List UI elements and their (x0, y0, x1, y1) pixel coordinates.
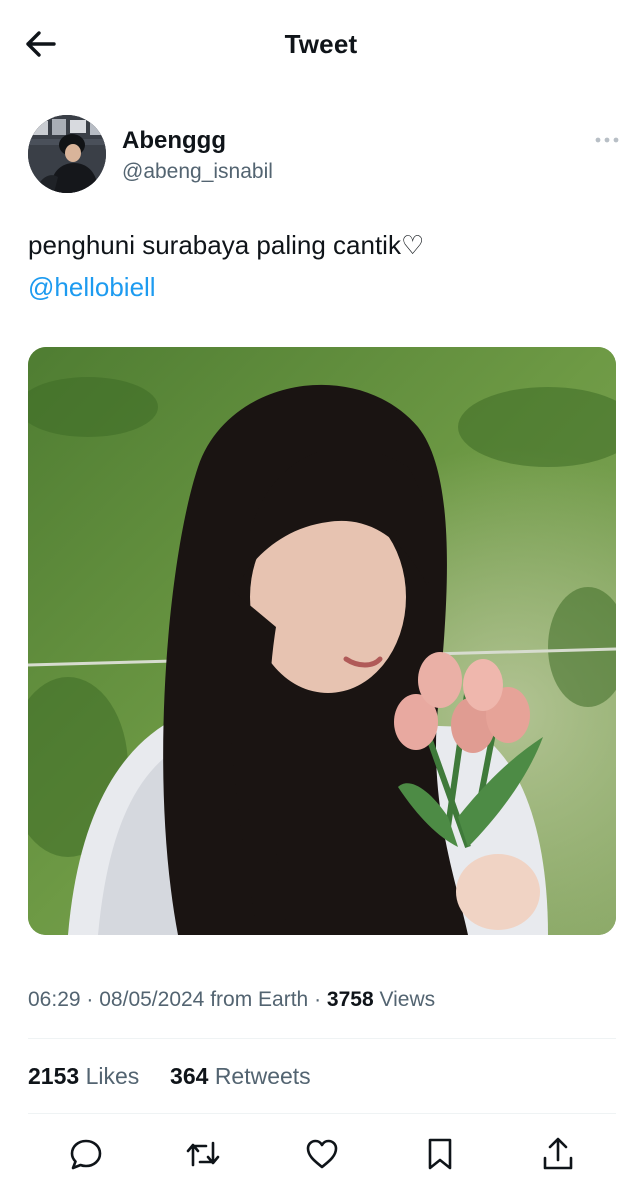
tweet-photo[interactable] (28, 347, 616, 935)
tweet-time: 06:29 (28, 988, 81, 1011)
tweet-source: from Earth (210, 988, 309, 1011)
more-options-button[interactable] (594, 131, 620, 149)
user-avatar (28, 115, 106, 193)
retweet-icon (186, 1141, 220, 1167)
top-bar: Tweet (0, 0, 642, 88)
engagement-stats: 2153 Likes 364 Retweets (28, 1063, 311, 1090)
tweet-date: 08/05/2024 (99, 988, 205, 1011)
retweets-link[interactable]: 364 Retweets (170, 1063, 311, 1089)
like-button[interactable] (302, 1134, 342, 1174)
retweets-count: 364 (170, 1063, 209, 1089)
meta-separator: · (314, 988, 322, 1011)
tweet-text: penghuni surabaya paling cantik♡ (28, 230, 425, 260)
retweet-button[interactable] (183, 1134, 223, 1174)
retweets-label: Retweets (214, 1063, 311, 1089)
reply-button[interactable] (66, 1134, 106, 1174)
divider (28, 1113, 616, 1114)
share-icon (543, 1137, 573, 1170)
meta-separator: · (86, 988, 94, 1011)
more-horizontal-icon (595, 137, 619, 143)
views-label: Views (379, 988, 436, 1011)
likes-link[interactable]: 2153 Likes (28, 1063, 146, 1089)
views-count: 3758 (326, 988, 374, 1011)
share-button[interactable] (538, 1134, 578, 1174)
bookmark-icon (428, 1138, 452, 1170)
mention-link[interactable]: @hellobiell (28, 271, 156, 303)
bookmark-button[interactable] (420, 1134, 460, 1174)
display-name[interactable]: Abenggg (122, 127, 226, 155)
tweet-meta: 06:29 · 08/05/2024 from Earth · 3758 Vie… (28, 988, 435, 1012)
user-handle[interactable]: @abeng_isnabil (122, 160, 273, 184)
page-title: Tweet (284, 29, 358, 59)
likes-label: Likes (85, 1063, 140, 1089)
avatar[interactable] (28, 115, 106, 193)
reply-icon (70, 1139, 102, 1170)
divider (28, 1038, 616, 1039)
action-bar (28, 1134, 616, 1178)
photo (28, 347, 616, 935)
heart-icon (306, 1139, 338, 1169)
likes-count: 2153 (28, 1063, 80, 1089)
